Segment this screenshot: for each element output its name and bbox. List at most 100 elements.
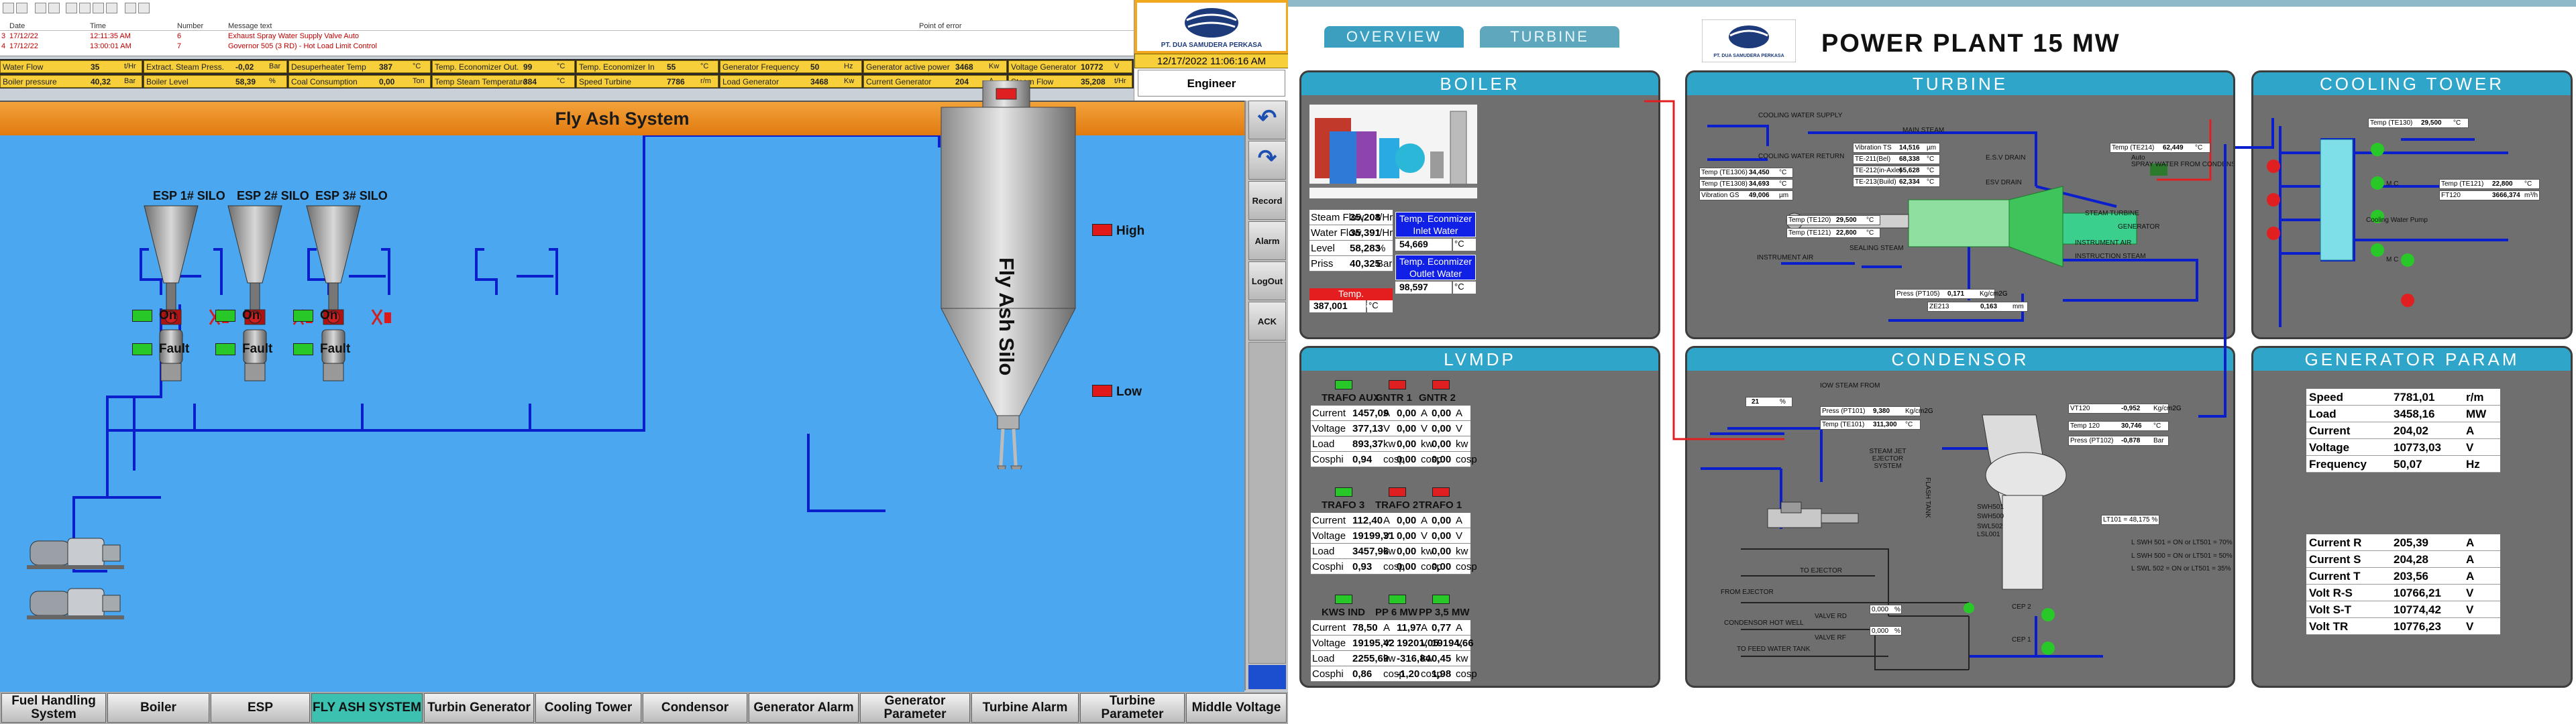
pv-cell: Temp. Economizer Out. 99 °C: [432, 60, 575, 73]
pv-value: 3468: [810, 77, 828, 86]
redo-icon[interactable]: ↷: [1248, 141, 1286, 180]
pv-label: Generator active power: [866, 62, 950, 72]
fault-label: Fault: [320, 342, 351, 356]
fault-label: Fault: [242, 342, 273, 356]
fault-label: Fault: [159, 342, 190, 356]
nav-spacer: [1248, 342, 1286, 664]
fault-indicator: [132, 343, 152, 355]
pv-cell: Desuperheater Temp 387 °C: [288, 60, 431, 73]
pv-label: Speed Turbine: [579, 77, 632, 86]
pv-value: 387: [379, 62, 393, 72]
alarm-button[interactable]: Alarm: [1248, 221, 1286, 260]
pumps: [27, 538, 124, 619]
fly-ash-silo-label: Fly Ash Silo: [995, 257, 1018, 376]
pv-value: 384: [523, 77, 537, 86]
interconnect-lines: [1644, 100, 2274, 440]
pv-value: 40,32: [91, 77, 111, 86]
datetime-panel: PT. DUA SAMUDERA PERKASA 12/17/2022 11:0…: [1134, 0, 1289, 101]
fly-ash-scada-screen: Date Time Number Message text Point of e…: [0, 0, 1289, 724]
low-level-indicator: [1092, 385, 1112, 397]
col-date: Date: [9, 22, 25, 30]
pv-label: Load Generator: [722, 77, 780, 86]
svg-text:PT. DUA SAMUDERA PERKASA: PT. DUA SAMUDERA PERKASA: [1161, 42, 1262, 49]
bottom-nav: Fuel Handling System Boiler ESP FLY ASH SYS…: [0, 692, 1288, 724]
on-label: On: [320, 308, 338, 322]
pv-unit: Hz: [844, 62, 853, 70]
nav-tab[interactable]: Generator Alarm: [749, 693, 859, 723]
pv-unit: Bar: [124, 77, 136, 85]
high-label: High: [1116, 224, 1145, 238]
on-indicator: [215, 310, 235, 322]
toolbar-icon[interactable]: [66, 3, 77, 13]
toolbar-icon[interactable]: [138, 3, 150, 13]
nav-tab[interactable]: Turbine Parameter: [1080, 693, 1185, 723]
pv-value: 7786: [667, 77, 685, 86]
nav-tab[interactable]: Middle Voltage: [1186, 693, 1287, 723]
alarm-row[interactable]: 4 17/12/22 13:00:01 AM 7 Governor 505 (3…: [0, 42, 1134, 52]
pv-unit: Bar: [269, 62, 281, 70]
toolbar-icon[interactable]: [93, 3, 104, 13]
nav-tab[interactable]: ESP: [211, 693, 310, 723]
toolbar-icon[interactable]: [79, 3, 91, 13]
pump-2: [27, 588, 124, 619]
logout-button[interactable]: LogOut: [1248, 261, 1286, 300]
pv-label: Current Generator: [866, 77, 932, 86]
pv-cell: Coal Consumption 0,00 Ton: [288, 75, 431, 88]
on-indicator: [132, 310, 152, 322]
col-point: Point of error: [919, 22, 962, 30]
pv-unit: °C: [557, 62, 566, 70]
nav-tab[interactable]: Cooling Tower: [535, 693, 641, 723]
on-label: On: [159, 308, 177, 322]
toolbar-icon[interactable]: [35, 3, 46, 13]
toolbar-icon[interactable]: [125, 3, 136, 13]
pv-label: Desuperheater Temp: [291, 62, 366, 72]
nav-tab[interactable]: Boiler: [107, 693, 209, 723]
pv-unit: t/Hr: [124, 62, 136, 70]
pv-cell: Load Generator 3468 Kw: [720, 75, 862, 88]
user-label[interactable]: Engineer: [1138, 70, 1285, 97]
toolbar-icon[interactable]: [16, 3, 28, 13]
pv-unit: V: [1114, 62, 1120, 70]
fly-ash-mimic: ESP 1# SILO On Fault ESP 2# SILO On Fault ES…: [0, 80, 1244, 692]
pv-unit: °C: [413, 62, 421, 70]
fault-indicator: [215, 343, 235, 355]
nav-tab[interactable]: Condensor: [643, 693, 747, 723]
toolbar-icon[interactable]: [106, 3, 117, 13]
pv-unit: °C: [700, 62, 709, 70]
ack-button[interactable]: ACK: [1248, 302, 1286, 341]
record-button[interactable]: Record: [1248, 181, 1286, 220]
alarm-row[interactable]: 3 17/12/22 12:11:35 AM 6 Exhaust Spray W…: [0, 32, 1134, 42]
pv-cell: Generator active power 3468 Kw: [863, 60, 1007, 73]
pv-label: Generator Frequency: [722, 62, 800, 72]
toolbar-icon[interactable]: [3, 3, 14, 13]
nav-tab[interactable]: Turbin Generator: [424, 693, 534, 723]
undo-icon[interactable]: ↶: [1248, 101, 1286, 139]
pv-label: Temp. Economizer Out.: [435, 62, 519, 72]
pv-value: 10772: [1081, 62, 1104, 72]
pv-cell: Speed Turbine 7786 r/m: [576, 75, 718, 88]
pv-unit: %: [269, 77, 276, 85]
pv-cell: Generator Frequency 50 Hz: [720, 60, 862, 73]
nav-tab[interactable]: Turbine Alarm: [971, 693, 1079, 723]
nav-tab[interactable]: Fuel Handling System: [1, 693, 106, 723]
on-indicator: [293, 310, 313, 322]
on-label: On: [242, 308, 260, 322]
fault-indicator: [293, 343, 313, 355]
pv-label: Voltage Generator: [1011, 62, 1077, 72]
right-nav: ↶ ↷ Record Alarm LogOut ACK: [1244, 101, 1288, 690]
high-level-indicator: [1092, 224, 1112, 236]
pv-cell: Boiler Level 58,39%: [144, 75, 287, 88]
pv-cell: Extract. Steam Press. -0,02 Bar: [144, 60, 287, 73]
toolbar-icon[interactable]: [48, 3, 60, 13]
silo-label: ESP 1# SILO: [153, 189, 225, 202]
nav-tab[interactable]: Generator Parameter: [860, 693, 970, 723]
pv-value: -0,02: [235, 62, 254, 72]
pv-value: 99: [523, 62, 533, 72]
pv-value: 58,39: [235, 77, 256, 86]
overview-screen: OVERVIEW TURBINE PT. DUA SAMUDERA PERKAS…: [1288, 0, 2576, 724]
pv-label: Boiler pressure: [3, 77, 57, 86]
pv-unit: t/Hr: [1114, 77, 1126, 85]
nav-tab[interactable]: FLY ASH SYSTEM: [311, 693, 423, 723]
nav-footer: [1248, 665, 1286, 689]
col-message: Message text: [228, 22, 272, 30]
